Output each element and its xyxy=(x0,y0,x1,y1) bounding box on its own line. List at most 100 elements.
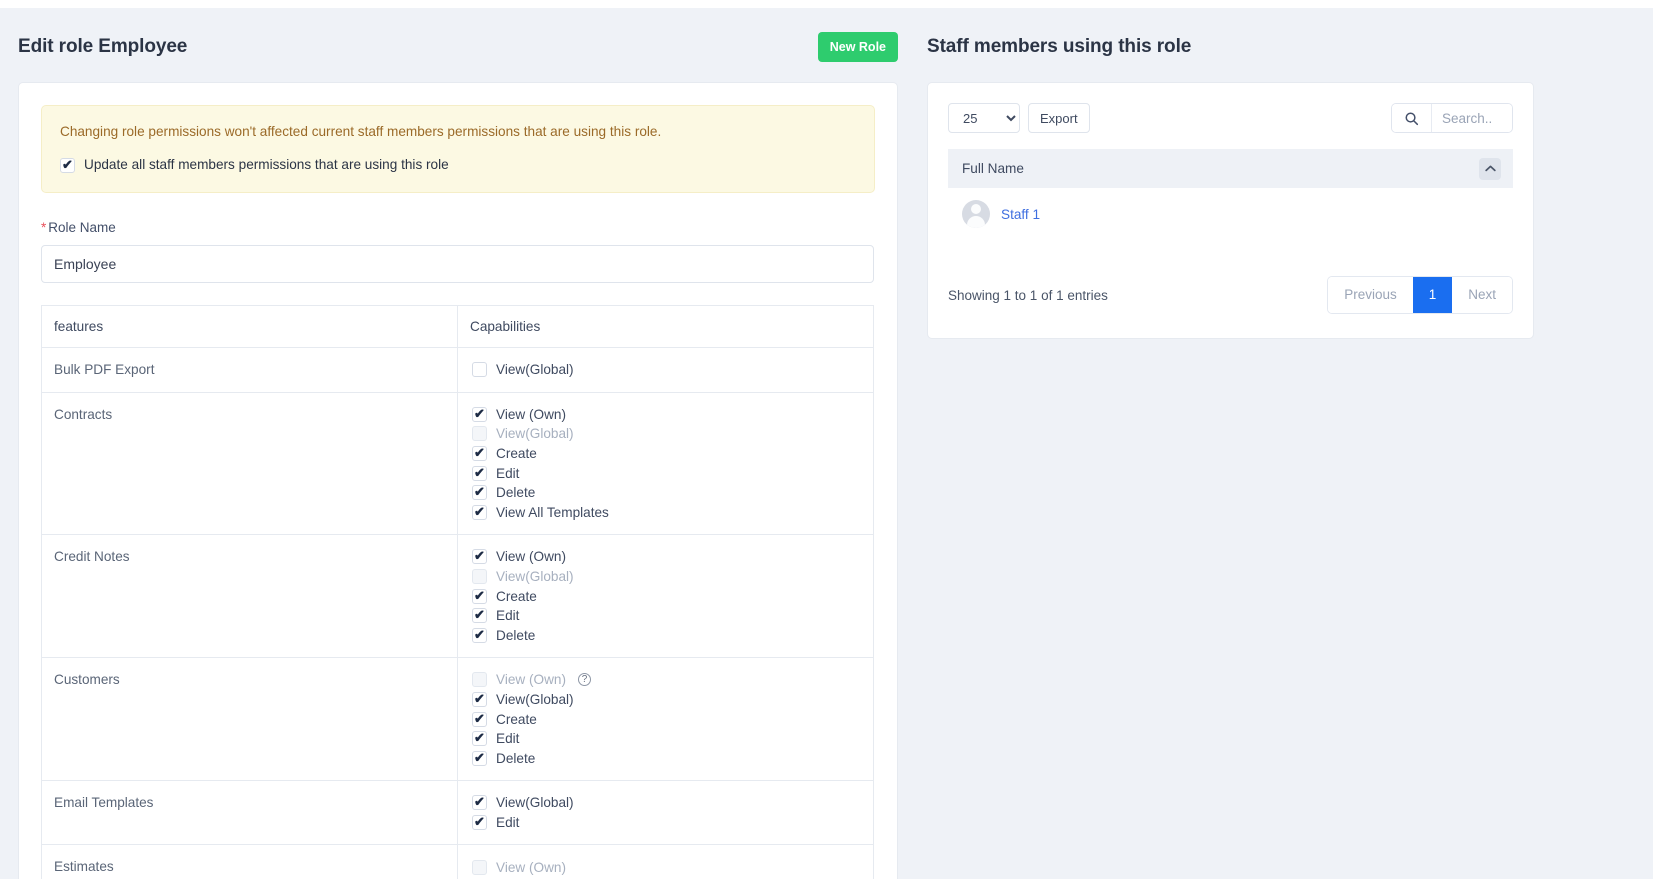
capability-row[interactable]: Delete xyxy=(472,483,861,503)
feature-name: Credit Notes xyxy=(41,534,458,659)
column-header-full-name[interactable]: Full Name xyxy=(948,149,1513,188)
table-row: Customers View (Own)? View(Global) Create Ed… xyxy=(41,657,874,782)
entries-info: Showing 1 to 1 of 1 entries xyxy=(948,287,1108,303)
capability-row[interactable]: Create xyxy=(472,444,861,464)
capability-label: Edit xyxy=(496,608,520,624)
capability-checkbox[interactable] xyxy=(472,464,487,482)
capability-row[interactable]: View (Own) xyxy=(472,857,861,877)
staff-entry: Staff 1 xyxy=(962,200,1499,228)
capability-label: View(Global) xyxy=(496,569,574,585)
capability-label: Edit xyxy=(496,731,520,747)
capability-row[interactable]: Delete xyxy=(472,626,861,646)
capability-label: Edit xyxy=(496,465,520,481)
page-title: Edit role Employee xyxy=(18,36,188,57)
role-name-input[interactable] xyxy=(41,245,874,283)
warning-message: Changing role permissions won't affected… xyxy=(60,124,662,139)
search-icon[interactable] xyxy=(1392,104,1432,132)
staff-header-row: Full Name xyxy=(948,149,1513,188)
permissions-header-row: features Capabilities xyxy=(41,305,874,348)
capability-row[interactable]: View All Templates xyxy=(472,503,861,523)
capability-checkbox[interactable] xyxy=(472,710,487,728)
search-input[interactable] xyxy=(1432,104,1512,132)
capability-checkbox[interactable] xyxy=(472,362,487,378)
capabilities-cell: View(Global) xyxy=(457,347,874,393)
edit-role-column: Edit role Employee New Role Changing rol… xyxy=(18,30,898,879)
capability-row[interactable]: View (Own) xyxy=(472,547,861,567)
app-page: Edit role Employee New Role Changing rol… xyxy=(0,8,1653,879)
help-circle-icon[interactable]: ? xyxy=(578,673,591,687)
staff-member-link[interactable]: Staff 1 xyxy=(1001,207,1040,222)
capability-checkbox[interactable] xyxy=(472,503,487,521)
capability-checkbox[interactable] xyxy=(472,626,487,644)
capability-label: View(Global) xyxy=(496,362,574,378)
capability-checkbox[interactable] xyxy=(472,587,487,605)
pagination-page-1[interactable]: 1 xyxy=(1412,277,1453,313)
capability-label: Create xyxy=(496,446,537,462)
capability-label: Delete xyxy=(496,750,536,766)
staff-table-footer: Showing 1 to 1 of 1 entries Previous 1 Nex… xyxy=(948,276,1513,314)
capability-row[interactable]: View (Own) xyxy=(472,405,861,425)
capability-checkbox[interactable] xyxy=(472,405,487,423)
pagination-next[interactable]: Next xyxy=(1452,277,1512,313)
capability-checkbox xyxy=(472,569,487,585)
toolbar-left-group: 25 Export xyxy=(948,103,1090,133)
capability-row[interactable]: Edit xyxy=(472,463,861,483)
new-role-button[interactable]: New Role xyxy=(817,32,898,62)
capability-row[interactable]: View(Global) xyxy=(472,424,861,444)
feature-name: Estimates xyxy=(41,844,458,879)
capability-label: Delete xyxy=(496,627,536,643)
capability-label: View(Global) xyxy=(496,692,574,708)
capability-checkbox[interactable] xyxy=(472,813,487,831)
update-staff-permissions-label: Update all staff members permissions tha… xyxy=(84,157,449,172)
capability-label: Delete xyxy=(496,485,536,501)
page-length-select[interactable]: 25 xyxy=(948,103,1020,133)
capability-row[interactable]: View(Global) xyxy=(472,567,861,587)
capability-label: View All Templates xyxy=(496,504,609,520)
export-button[interactable]: Export xyxy=(1028,103,1090,133)
table-row: Email Templates View(Global) Edit xyxy=(41,780,874,846)
capabilities-cell: View (Own) View(Global) Create Edit Delete xyxy=(457,534,874,659)
table-row: EstimatesView (Own)View(Global)Create xyxy=(41,844,874,879)
capability-row[interactable]: Create xyxy=(472,586,861,606)
capability-row[interactable]: View(Global) xyxy=(472,793,861,813)
pagination-previous[interactable]: Previous xyxy=(1328,277,1413,313)
feature-name: Email Templates xyxy=(41,780,458,846)
feature-name: Contracts xyxy=(41,391,458,536)
capability-row[interactable]: Edit xyxy=(472,813,861,833)
staff-name-cell: Staff 1 xyxy=(948,188,1513,240)
capability-checkbox[interactable] xyxy=(472,729,487,747)
capability-row[interactable]: Create xyxy=(472,709,861,729)
capability-label: View (Own) xyxy=(496,549,566,565)
search-box[interactable] xyxy=(1391,103,1513,133)
table-row: Staff 1 xyxy=(948,188,1513,240)
capability-checkbox xyxy=(472,426,487,442)
chevron-up-icon[interactable] xyxy=(1479,157,1501,180)
permissions-warning-box: Changing role permissions won't affected… xyxy=(41,105,875,193)
capability-checkbox[interactable] xyxy=(472,547,487,565)
role-name-label: * Role Name xyxy=(41,219,875,237)
capability-checkbox[interactable] xyxy=(472,483,487,501)
capability-checkbox[interactable] xyxy=(472,690,487,708)
capability-row[interactable]: View (Own)? xyxy=(472,670,861,690)
staff-members-column: Staff members using this role 25 Export xyxy=(927,30,1534,339)
feature-name: Bulk PDF Export xyxy=(41,347,458,393)
capability-row[interactable]: Edit xyxy=(472,606,861,626)
table-row: Contracts View (Own) View(Global) Create Edi… xyxy=(41,391,874,536)
left-header-row: Edit role Employee New Role xyxy=(18,30,898,64)
permissions-table-head: features Capabilities xyxy=(41,305,874,348)
capabilities-cell: View(Global) Edit xyxy=(457,780,874,846)
table-row: Bulk PDF Export View(Global) xyxy=(41,347,874,393)
staff-members-table: Full Name Staff 1 xyxy=(948,149,1513,240)
capability-row[interactable]: Edit xyxy=(472,729,861,749)
capability-checkbox[interactable] xyxy=(472,606,487,624)
capability-row[interactable]: Delete xyxy=(472,749,861,769)
capability-checkbox[interactable] xyxy=(472,444,487,462)
capability-checkbox[interactable] xyxy=(472,749,487,767)
capability-row[interactable]: View(Global) xyxy=(472,360,861,380)
capability-checkbox[interactable] xyxy=(472,793,487,811)
capability-label: View(Global) xyxy=(496,426,574,442)
capability-row[interactable]: View(Global) xyxy=(472,690,861,710)
update-staff-permissions-row[interactable]: Update all staff members permissions tha… xyxy=(60,156,856,174)
permissions-table: features Capabilities Bulk PDF Export Vie… xyxy=(41,305,874,879)
update-staff-permissions-checkbox[interactable] xyxy=(60,156,75,174)
